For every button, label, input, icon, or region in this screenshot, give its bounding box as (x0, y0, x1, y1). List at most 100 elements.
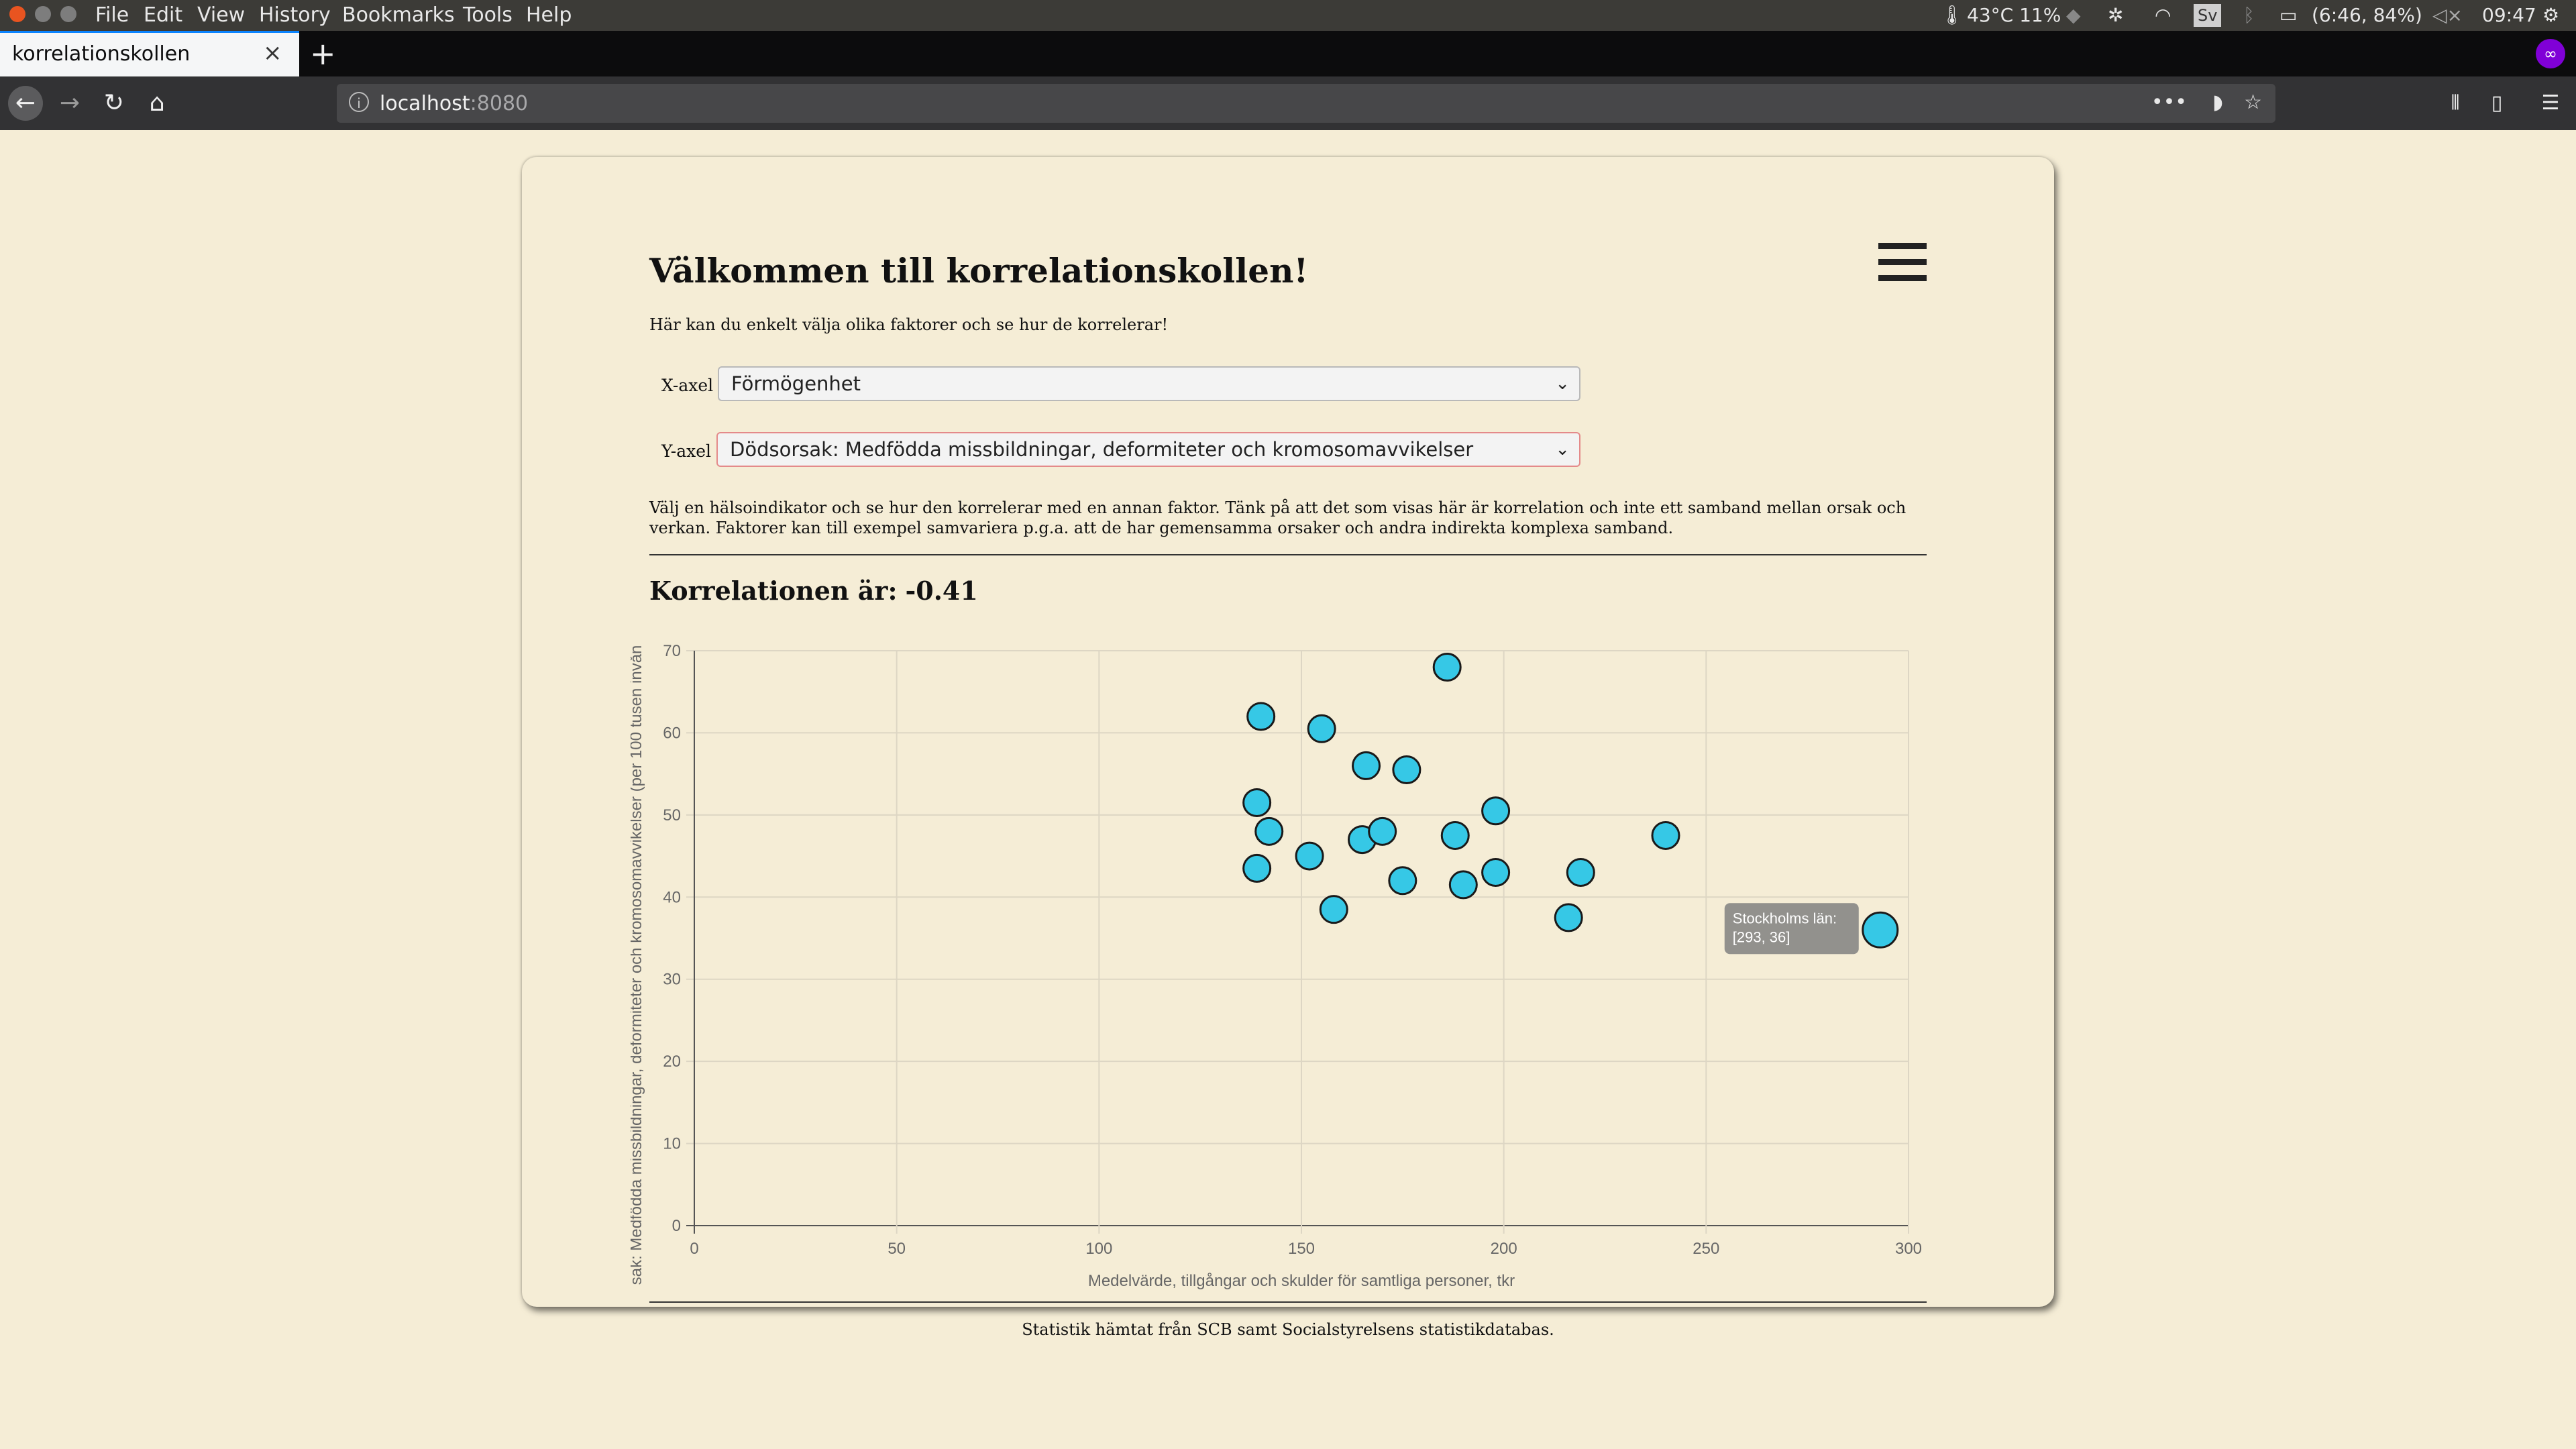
menu-tools[interactable]: Tools (463, 3, 513, 28)
x-tick-label: 100 (1085, 1240, 1112, 1258)
scatter-point[interactable] (1862, 911, 1899, 949)
volume-muted-icon[interactable]: ◁× (2432, 3, 2463, 28)
scatter-point[interactable] (1554, 903, 1583, 932)
battery-status[interactable]: (6:46, 84%) (2312, 3, 2422, 28)
y-axis-title: sak: Medfödda missbildningar, deformitet… (631, 645, 645, 1285)
maximize-window-icon[interactable] (60, 6, 76, 22)
tooltip-value: [293, 36] (1733, 928, 1790, 945)
y-tick-label: 20 (663, 1053, 681, 1071)
x-axis-select[interactable]: Förmögenhet ⌄ (718, 366, 1580, 401)
scatter-point[interactable] (1392, 755, 1421, 785)
system-top-bar: File Edit View History Bookmarks Tools H… (0, 0, 2576, 31)
temperature-readout[interactable]: 43°C 11% (1967, 3, 2061, 28)
new-tab-plus-icon[interactable]: + (310, 35, 336, 72)
y-tick-label: 50 (663, 806, 681, 824)
footer-text: Statistik hämtat från SCB samt Socialsty… (1022, 1320, 1554, 1339)
correlation-heading: Korrelationen är: -0.41 (649, 576, 978, 606)
scatter-point[interactable] (1242, 788, 1272, 817)
scatter-point[interactable] (1440, 820, 1470, 850)
menu-history[interactable]: History (259, 3, 331, 28)
scatter-point[interactable] (1307, 714, 1336, 743)
intro-text: Här kan du enkelt välja olika faktorer o… (649, 315, 1169, 334)
scatter-point[interactable] (1651, 820, 1680, 850)
tab-korrelationskollen[interactable]: korrelationskollen × (0, 31, 299, 76)
tab-strip: korrelationskollen × + ∞ (0, 31, 2576, 76)
thermometer-icon[interactable]: 🌡 (1940, 3, 1964, 28)
y-tick-label: 0 (672, 1217, 681, 1235)
url-text[interactable]: localhost:8080 (380, 92, 528, 115)
description-text: Välj en hälsoindikator och se hur den ko… (649, 498, 1907, 537)
y-tick-label: 70 (663, 642, 681, 660)
scatter-point[interactable] (1319, 895, 1348, 924)
keyboard-layout-badge[interactable]: Sv (2194, 4, 2222, 27)
scatter-point[interactable] (1481, 858, 1511, 888)
chevron-down-icon: ⌄ (1555, 439, 1570, 460)
scatter-point[interactable] (1368, 816, 1397, 846)
library-icon[interactable]: ⫴ (2438, 86, 2473, 121)
x-tick-label: 50 (888, 1240, 906, 1258)
tab-close-icon[interactable]: × (263, 40, 282, 66)
site-menu-icon[interactable] (1878, 243, 1927, 282)
tab-title: korrelationskollen (12, 42, 191, 66)
scatter-point[interactable] (1295, 841, 1324, 871)
forward-arrow-icon[interactable]: → (52, 86, 87, 121)
y-axis-select-value: Dödsorsak: Medfödda missbildningar, defo… (730, 438, 1474, 461)
dropbox-icon[interactable]: ◆ (2066, 3, 2081, 28)
x-tick-label: 150 (1288, 1240, 1315, 1258)
minimize-window-icon[interactable] (35, 6, 51, 22)
menu-bookmarks[interactable]: Bookmarks (342, 3, 455, 28)
y-axis-select[interactable]: Dödsorsak: Medfödda missbildningar, defo… (716, 432, 1580, 467)
reload-icon[interactable]: ↻ (97, 86, 131, 121)
power-settings-icon[interactable]: ⚙ (2542, 3, 2559, 28)
x-tick-label: 0 (690, 1240, 698, 1258)
hamburger-menu-icon[interactable]: ☰ (2533, 86, 2568, 121)
site-info-icon[interactable]: i (349, 92, 369, 112)
wifi-icon[interactable]: ◠ (2155, 3, 2171, 28)
scatter-point[interactable] (1246, 702, 1276, 731)
scatter-chart[interactable]: 0 10 20 30 40 50 60 70 0 50 100 150 200 250 300 Medel… (631, 637, 1925, 1301)
url-port: :8080 (470, 92, 529, 115)
settings-gear-icon[interactable]: ✲ (2108, 3, 2123, 28)
x-tick-label: 200 (1491, 1240, 1517, 1258)
chevron-down-icon: ⌄ (1555, 374, 1570, 394)
divider (649, 554, 1927, 555)
page-actions-icon[interactable]: ••• (2151, 91, 2187, 114)
bookmark-star-icon[interactable]: ☆ (2244, 91, 2262, 114)
back-arrow-icon[interactable]: ← (8, 86, 43, 121)
bottom-divider (649, 1301, 1927, 1303)
menu-help[interactable]: Help (526, 3, 572, 28)
x-axis-ticks: 0 50 100 150 200 250 300 (690, 1240, 1922, 1258)
pocket-icon[interactable]: ◗ (2212, 91, 2223, 114)
page-title: Välkommen till korrelationskollen! (649, 251, 1309, 290)
home-icon[interactable]: ⌂ (140, 86, 174, 121)
menu-file[interactable]: File (95, 3, 129, 28)
scatter-point[interactable] (1448, 870, 1478, 900)
url-bar[interactable]: i localhost:8080 ••• ◗ ☆ (337, 84, 2275, 123)
sidebar-icon[interactable]: ▯ (2479, 86, 2514, 121)
correlation-label: Korrelationen är: (649, 576, 898, 606)
y-tick-label: 40 (663, 888, 681, 906)
url-host: localhost (380, 92, 470, 115)
scatter-point[interactable] (1388, 866, 1417, 896)
x-axis-selector-label: X-axel (661, 376, 714, 395)
scatter-point[interactable] (1242, 853, 1272, 883)
scatter-point[interactable] (1432, 652, 1462, 682)
menu-edit[interactable]: Edit (144, 3, 182, 28)
scatter-point[interactable] (1254, 816, 1284, 846)
battery-icon[interactable]: ▭ (2279, 3, 2297, 28)
scatter-point[interactable] (1481, 796, 1511, 826)
menu-view[interactable]: View (197, 3, 245, 28)
clock[interactable]: 09:47 (2482, 3, 2536, 28)
x-tick-label: 300 (1895, 1240, 1922, 1258)
x-axis-select-value: Förmögenhet (731, 372, 861, 395)
tooltip-title: Stockholms län: (1733, 910, 1837, 926)
x-tick-label: 250 (1693, 1240, 1719, 1258)
bluetooth-icon[interactable]: ᛒ (2243, 3, 2255, 28)
private-browsing-icon: ∞ (2536, 39, 2565, 68)
y-tick-label: 10 (663, 1135, 681, 1153)
chart-tooltip: Stockholms län: [293, 36] (1724, 903, 1859, 955)
y-tick-label: 60 (663, 724, 681, 742)
scatter-point[interactable] (1352, 751, 1381, 780)
close-window-icon[interactable] (9, 6, 25, 22)
scatter-point[interactable] (1566, 858, 1595, 888)
